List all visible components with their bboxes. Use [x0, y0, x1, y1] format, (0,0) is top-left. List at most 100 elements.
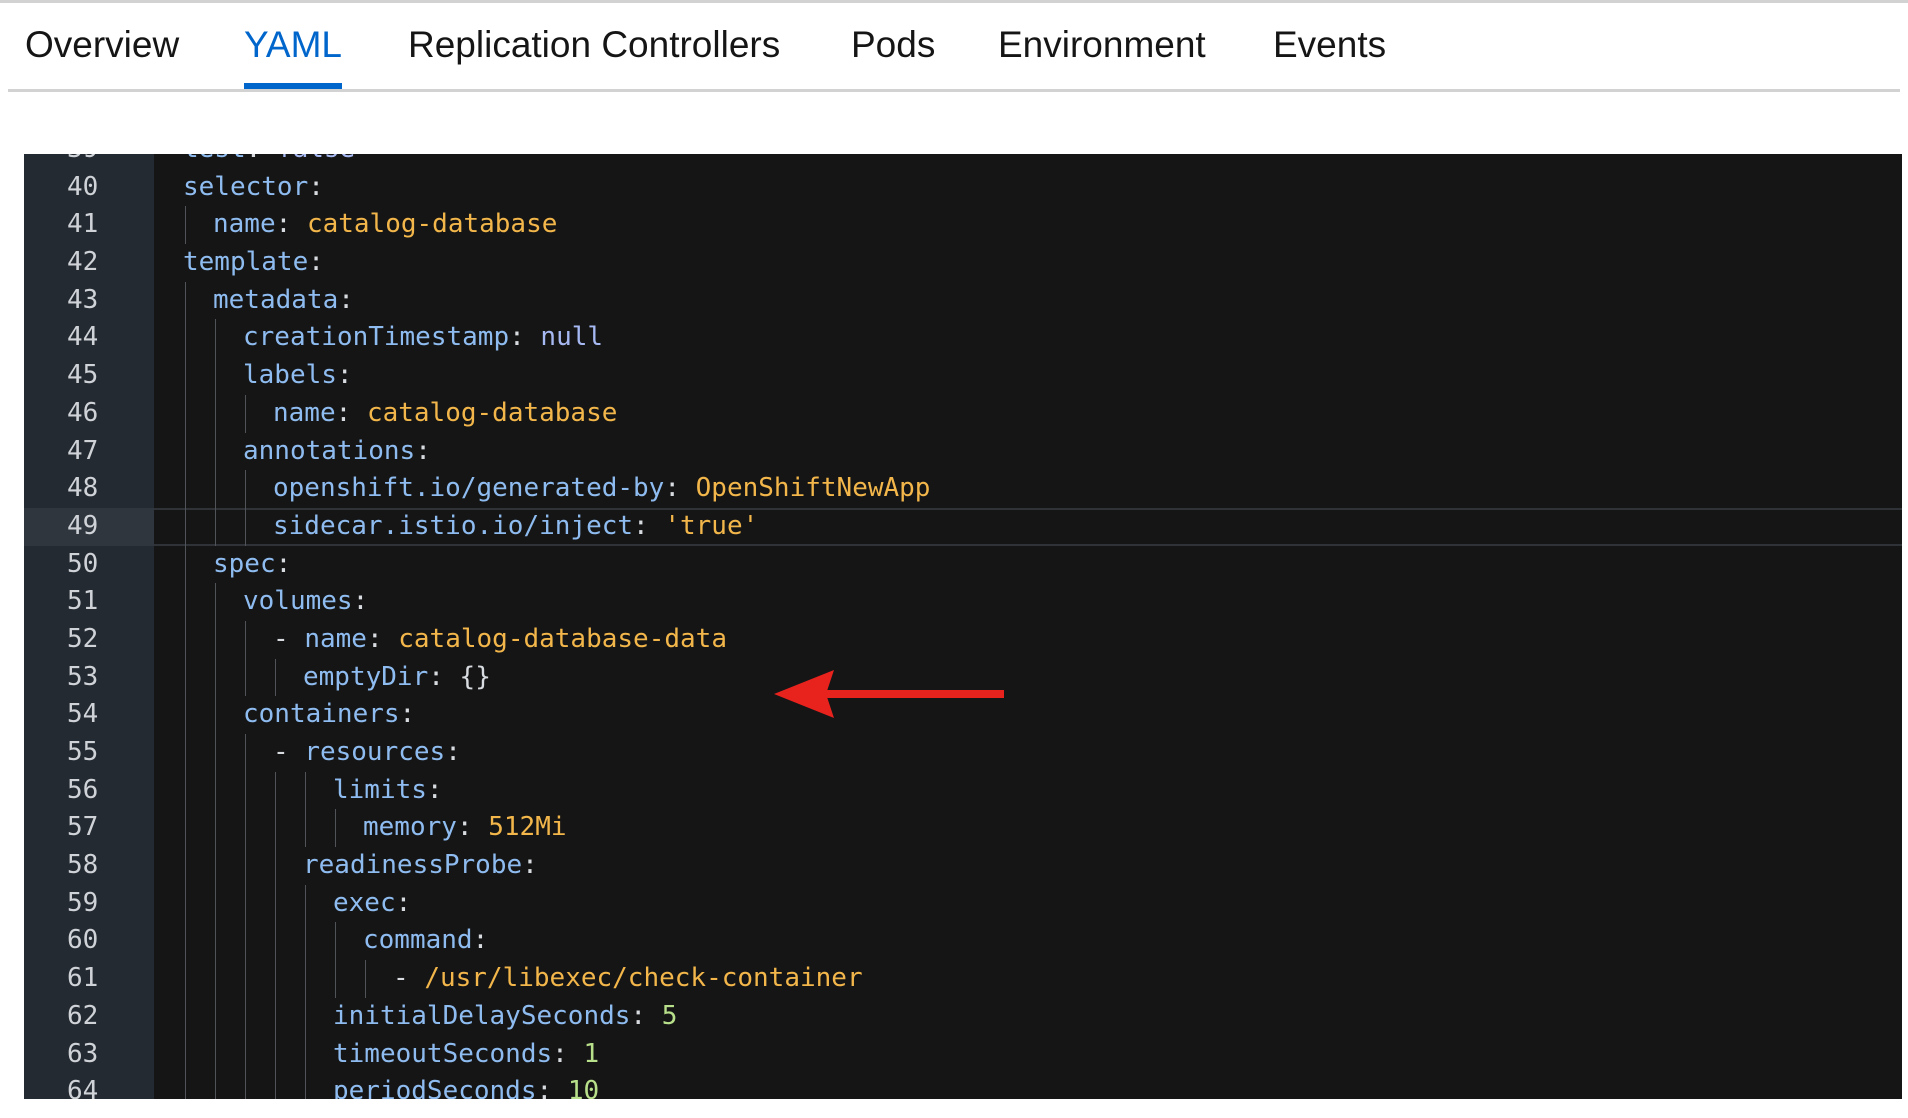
- indent-guide: [215, 658, 216, 697]
- indent-guide: [335, 922, 336, 961]
- indent-guide: [245, 394, 246, 433]
- code-line[interactable]: 43 metadata:: [24, 281, 1902, 320]
- indent-guide: [245, 960, 246, 998]
- code-line[interactable]: 44 creationTimestamp: null: [24, 319, 1902, 358]
- indent-guide: [275, 1035, 276, 1074]
- yaml-value: 10: [567, 1076, 600, 1099]
- indent-guide: [185, 281, 186, 320]
- line-number: 57: [67, 812, 99, 843]
- yaml-key: template: [183, 247, 309, 278]
- yaml-editor[interactable]: 39 test: false 40 selector: 41 name: catalog-…: [24, 154, 1902, 1099]
- yaml-value: 512Mi: [488, 812, 567, 843]
- code-line[interactable]: 59 exec:: [24, 884, 1902, 923]
- code-line[interactable]: 57 memory: 512Mi: [24, 809, 1902, 848]
- indent-guide: [215, 809, 216, 848]
- colon: :: [275, 209, 307, 240]
- code-line[interactable]: 50 spec:: [24, 545, 1902, 584]
- line-number: 63: [67, 1038, 99, 1069]
- line-content: metadata:: [213, 282, 354, 320]
- tab-overview[interactable]: Overview: [25, 18, 179, 88]
- indent-guide: [245, 1073, 246, 1099]
- line-content: periodSeconds: 10: [333, 1073, 599, 1099]
- code-lines[interactable]: 39 test: false 40 selector: 41 name: catalog-…: [24, 154, 1902, 1099]
- indent-guide: [185, 1073, 186, 1099]
- line-number: 40: [67, 171, 99, 202]
- code-line[interactable]: 51 volumes:: [24, 583, 1902, 621]
- tab-bar-top-border: [0, 0, 1908, 3]
- code-line[interactable]: 45 labels:: [24, 357, 1902, 395]
- indent-guide: [305, 997, 306, 1036]
- code-line[interactable]: 64 periodSeconds: 10: [24, 1073, 1902, 1099]
- colon: :: [509, 322, 541, 353]
- code-line[interactable]: 39 test: false: [24, 154, 1902, 169]
- indent-guide: [305, 1035, 306, 1074]
- indent-guide: [185, 545, 186, 584]
- code-line[interactable]: 61 - /usr/libexec/check-container: [24, 960, 1902, 998]
- code-line[interactable]: 40 selector:: [24, 169, 1902, 207]
- indent-guide: [215, 357, 216, 395]
- yaml-key: sidecar.istio.io/inject: [273, 510, 634, 541]
- line-content: creationTimestamp: null: [243, 319, 603, 357]
- indent-guide: [275, 847, 276, 885]
- line-content: template:: [183, 244, 324, 282]
- yaml-key: name: [304, 623, 367, 654]
- tab-events[interactable]: Events: [1273, 18, 1386, 88]
- colon: :: [445, 737, 461, 767]
- colon: :: [426, 774, 443, 805]
- code-line[interactable]: 52 - name: catalog-database-data: [24, 620, 1902, 659]
- code-line[interactable]: 46 name: catalog-database: [24, 394, 1902, 433]
- indent-guide: [185, 847, 186, 885]
- code-line[interactable]: 60 command:: [24, 922, 1902, 961]
- line-content: exec:: [333, 885, 411, 923]
- indent-guide: [275, 997, 276, 1036]
- indent-guide: [275, 1073, 276, 1099]
- indent-guide: [275, 658, 276, 697]
- yaml-key: readinessProbe: [303, 850, 523, 881]
- indent-guide: [305, 771, 306, 810]
- indent-guide: [185, 394, 186, 433]
- indent-guide: [275, 922, 276, 961]
- code-line[interactable]: 55 - resources:: [24, 734, 1902, 772]
- line-content: test: false: [183, 154, 355, 169]
- line-number: 44: [67, 322, 99, 353]
- yaml-key: labels: [243, 360, 337, 391]
- line-content: openshift.io/generated-by: OpenShiftNewA…: [273, 470, 930, 508]
- indent-guide: [275, 771, 276, 810]
- indent-guide: [185, 997, 186, 1036]
- colon: :: [472, 925, 489, 956]
- code-line[interactable]: 41 name: catalog-database: [24, 206, 1902, 245]
- code-line[interactable]: 56 limits:: [24, 771, 1902, 810]
- tab-bar: Overview YAML Replication Controllers Po…: [0, 0, 1908, 92]
- yaml-value: 'true': [664, 510, 759, 541]
- list-dash: -: [273, 737, 305, 767]
- code-line[interactable]: 42 template:: [24, 244, 1902, 282]
- colon: :: [275, 548, 292, 579]
- indent-guide: [305, 960, 306, 998]
- code-line[interactable]: 49 sidecar.istio.io/inject: 'true': [24, 507, 1902, 546]
- code-line[interactable]: 48 openshift.io/generated-by: OpenShiftNe…: [24, 470, 1902, 508]
- code-line[interactable]: 58 readinessProbe:: [24, 847, 1902, 885]
- indent-guide: [185, 470, 186, 508]
- yaml-key: emptyDir: [303, 661, 429, 692]
- indent-guide: [215, 734, 216, 772]
- yaml-key: exec: [333, 887, 396, 918]
- line-content: initialDelaySeconds: 5: [333, 998, 677, 1036]
- line-number: 42: [67, 247, 99, 278]
- line-content: volumes:: [243, 583, 368, 621]
- yaml-value: null: [540, 322, 604, 353]
- colon: :: [633, 510, 665, 541]
- yaml-key: initialDelaySeconds: [333, 1000, 631, 1031]
- code-line[interactable]: 47 annotations:: [24, 432, 1902, 471]
- tab-environment[interactable]: Environment: [998, 18, 1206, 88]
- tab-bar-bottom-border: [8, 89, 1900, 92]
- code-line[interactable]: 62 initialDelaySeconds: 5: [24, 997, 1902, 1036]
- line-number: 55: [67, 737, 99, 767]
- tab-pods[interactable]: Pods: [851, 18, 935, 88]
- colon: :: [336, 360, 353, 391]
- indent-guide: [185, 507, 186, 546]
- tab-replication-controllers[interactable]: Replication Controllers: [408, 18, 780, 88]
- tab-yaml[interactable]: YAML: [244, 18, 343, 89]
- code-line[interactable]: 63 timeoutSeconds: 1: [24, 1035, 1902, 1074]
- yaml-value: catalog-database: [366, 397, 618, 428]
- yaml-value: /usr/libexec/check-container: [424, 963, 863, 994]
